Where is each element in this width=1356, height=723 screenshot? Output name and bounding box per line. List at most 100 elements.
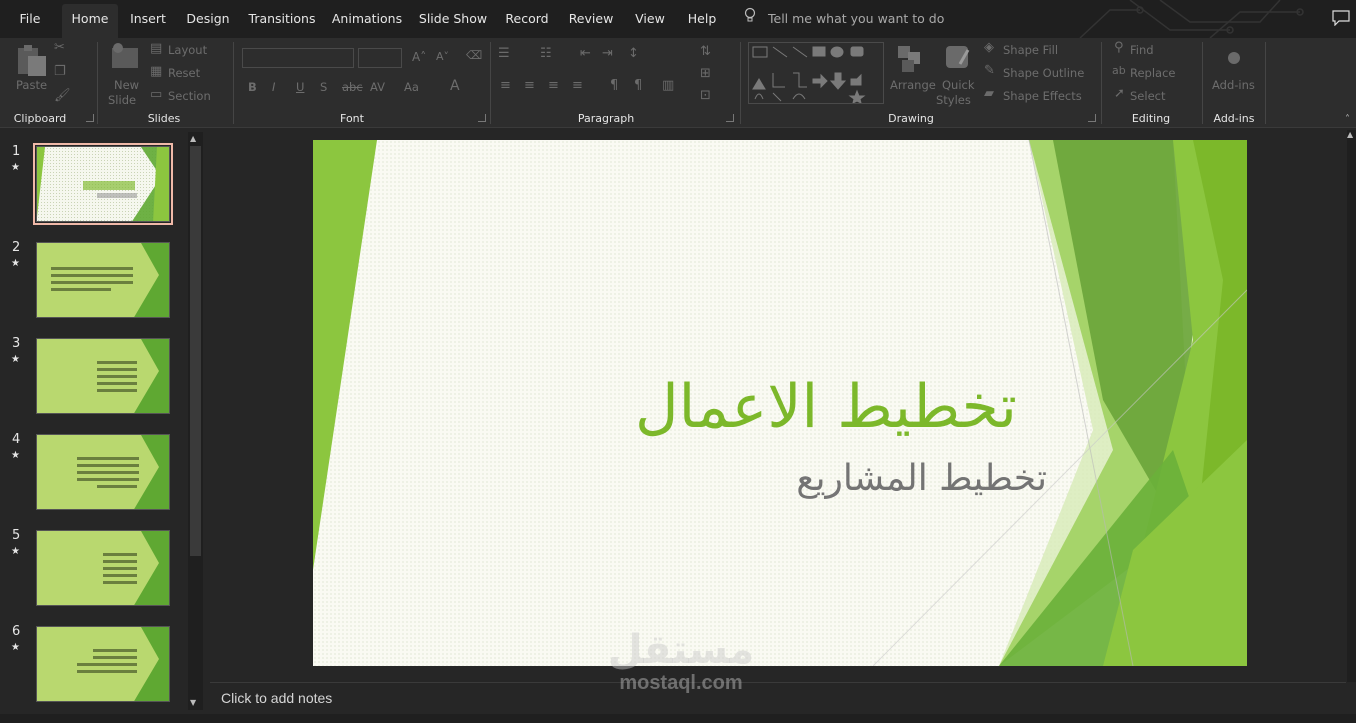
scroll-up-icon[interactable]: ▲ xyxy=(1347,130,1353,139)
notes-pane[interactable]: Click to add notes xyxy=(210,682,1346,714)
cut-icon[interactable]: ✂ xyxy=(54,40,65,55)
tab-record[interactable]: Record xyxy=(502,4,552,34)
scrollbar-thumb[interactable] xyxy=(190,146,201,556)
scroll-up-icon[interactable]: ▲ xyxy=(190,134,196,143)
shapes-icon xyxy=(752,46,866,104)
new-slide-label-2: Slide xyxy=(108,93,137,107)
slide-thumbnail-2[interactable] xyxy=(36,242,170,318)
add-ins-icon[interactable] xyxy=(1222,46,1246,70)
tab-slide-show[interactable]: Slide Show xyxy=(416,4,490,34)
ltr-icon[interactable]: ¶ xyxy=(634,78,642,93)
align-right-icon[interactable]: ≡ xyxy=(548,78,559,93)
arrange-icon[interactable] xyxy=(894,42,926,74)
slide-thumbnail-1[interactable] xyxy=(33,143,173,225)
ribbon-separator xyxy=(97,42,98,124)
editor-scrollbar[interactable]: ▲ xyxy=(1347,130,1356,682)
status-bar xyxy=(0,714,1356,723)
tab-file[interactable]: File xyxy=(12,4,48,34)
font-name-combo[interactable] xyxy=(242,48,354,68)
font-color-icon[interactable]: A xyxy=(450,78,460,94)
shape-effects-button[interactable]: Shape Effects xyxy=(1003,89,1082,103)
find-button[interactable]: Find xyxy=(1130,43,1154,57)
layout-button[interactable]: Layout xyxy=(168,43,207,57)
slide-thumbnail-6[interactable] xyxy=(36,626,170,702)
animation-star-icon: ★ xyxy=(11,546,20,557)
select-button[interactable]: Select xyxy=(1130,89,1165,103)
rtl-icon[interactable]: ¶ xyxy=(610,78,618,93)
shadow-icon[interactable]: S xyxy=(320,80,327,94)
slide-number: 4 xyxy=(12,432,21,447)
new-slide-label-1: New xyxy=(114,78,140,92)
align-center-icon[interactable]: ≡ xyxy=(524,78,535,93)
tab-transitions[interactable]: Transitions xyxy=(246,4,318,34)
slide-number: 6 xyxy=(12,624,21,639)
italic-icon[interactable]: I xyxy=(272,80,275,94)
line-spacing-icon[interactable]: ↕ xyxy=(628,46,639,61)
paste-icon[interactable] xyxy=(14,42,50,78)
tab-review[interactable]: Review xyxy=(564,4,618,34)
quick-styles-icon[interactable] xyxy=(942,42,974,74)
slide-subtitle[interactable]: تخطيط المشاريع xyxy=(796,458,1047,499)
comments-icon[interactable] xyxy=(1332,10,1350,26)
shape-outline-button[interactable]: Shape Outline xyxy=(1003,66,1084,80)
numbering-icon[interactable]: ☷ xyxy=(540,46,552,61)
thumbnail-scrollbar[interactable]: ▲ ▼ xyxy=(188,132,203,710)
section-button[interactable]: Section xyxy=(168,89,211,103)
slide-number: 3 xyxy=(12,336,21,351)
shape-fill-button[interactable]: Shape Fill xyxy=(1003,43,1058,57)
align-text-icon[interactable]: ⊞ xyxy=(700,66,711,81)
bold-icon[interactable]: B xyxy=(248,80,257,94)
shapes-gallery[interactable] xyxy=(748,42,884,104)
character-spacing-icon[interactable]: AV xyxy=(370,80,385,94)
font-launcher-icon[interactable] xyxy=(478,114,486,122)
text-direction-icon[interactable]: ⇅ xyxy=(700,44,711,59)
grow-font-icon[interactable]: A˄ xyxy=(412,50,426,64)
drawing-launcher-icon[interactable] xyxy=(1088,114,1096,122)
slide-thumbnail-5[interactable] xyxy=(36,530,170,606)
pencil-icon: ✎ xyxy=(984,63,995,78)
increase-indent-icon[interactable]: ⇥ xyxy=(602,46,613,61)
slide-thumbnail-3[interactable] xyxy=(36,338,170,414)
slide-number: 2 xyxy=(12,240,21,255)
bullets-icon[interactable]: ☰ xyxy=(498,46,510,61)
paragraph-launcher-icon[interactable] xyxy=(726,114,734,122)
smartart-icon[interactable]: ⊡ xyxy=(700,88,711,103)
change-case-icon[interactable]: Aa xyxy=(404,80,419,94)
ribbon-separator xyxy=(233,42,234,124)
underline-icon[interactable]: U xyxy=(296,80,304,94)
columns-icon[interactable]: ▥ xyxy=(662,78,674,93)
scroll-down-icon[interactable]: ▼ xyxy=(190,698,196,707)
slide-title[interactable]: تخطيط الاعمال xyxy=(635,372,1017,442)
strikethrough-icon[interactable]: abc xyxy=(342,80,363,94)
tab-design[interactable]: Design xyxy=(182,4,234,34)
justify-icon[interactable]: ≡ xyxy=(572,78,583,93)
tab-help[interactable]: Help xyxy=(682,4,722,34)
slide-thumbnail-4[interactable] xyxy=(36,434,170,510)
animation-star-icon: ★ xyxy=(11,354,20,365)
ribbon-separator xyxy=(1265,42,1266,124)
clear-formatting-icon[interactable]: ⌫ xyxy=(466,48,482,62)
reset-button[interactable]: Reset xyxy=(168,66,200,80)
copy-icon[interactable]: ❐ xyxy=(54,64,66,79)
tab-animations[interactable]: Animations xyxy=(330,4,404,34)
shrink-font-icon[interactable]: A˅ xyxy=(436,50,449,63)
decrease-indent-icon[interactable]: ⇤ xyxy=(580,46,591,61)
align-left-icon[interactable]: ≡ xyxy=(500,78,511,93)
paste-label: Paste xyxy=(16,78,48,92)
clipboard-launcher-icon[interactable] xyxy=(86,114,94,122)
format-painter-icon[interactable]: 🖌 xyxy=(54,88,71,103)
animation-star-icon: ★ xyxy=(11,450,20,461)
collapse-ribbon-icon[interactable]: ˄ xyxy=(1345,114,1350,125)
tab-insert[interactable]: Insert xyxy=(126,4,170,34)
tab-home[interactable]: Home xyxy=(62,4,118,38)
replace-button[interactable]: Replace xyxy=(1130,66,1176,80)
watermark-arabic: مستقل xyxy=(607,627,755,673)
tell-me-search[interactable]: Tell me what you want to do xyxy=(744,4,944,34)
current-slide[interactable]: تخطيط الاعمال تخطيط المشاريع xyxy=(313,140,1247,666)
font-size-combo[interactable] xyxy=(358,48,402,68)
new-slide-icon[interactable] xyxy=(110,42,142,72)
group-label-add-ins: Add-ins xyxy=(1213,112,1255,125)
watermark-latin: mostaql.com xyxy=(619,672,743,694)
tab-view[interactable]: View xyxy=(630,4,670,34)
animation-star-icon: ★ xyxy=(11,162,20,173)
